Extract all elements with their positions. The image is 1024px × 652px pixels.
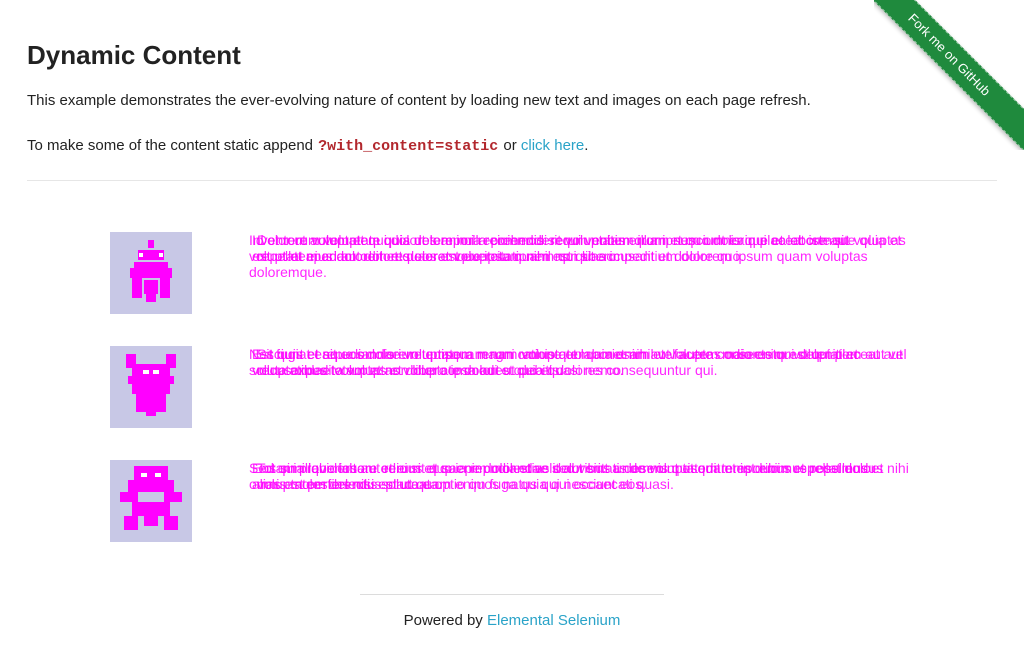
page-title: Dynamic Content bbox=[27, 40, 241, 70]
content-text: Nesciunt et sit eos dolorem tempora reru… bbox=[249, 346, 909, 406]
content-row: Nesciunt et sit eos dolorem tempora reru… bbox=[27, 346, 997, 428]
divider bbox=[27, 180, 997, 181]
instructions-prefix: To make some of the content static appen… bbox=[27, 137, 318, 154]
static-instructions: To make some of the content static appen… bbox=[27, 136, 987, 157]
fork-me-on-github-link[interactable]: Fork me on GitHub bbox=[874, 0, 1024, 150]
content-text: Inventore voluptatem quia dolore nulla c… bbox=[249, 232, 909, 292]
footer-divider bbox=[360, 594, 664, 595]
elemental-selenium-link[interactable]: Elemental Selenium bbox=[487, 612, 620, 629]
intro-text: This example demonstrates the ever-evolv… bbox=[27, 92, 811, 109]
content-row: Sed quia laboriosam odio sit quo enim mo… bbox=[27, 460, 997, 542]
content-text-layer: Est fugiat eaque omnis iure quisquam nam… bbox=[252, 346, 859, 378]
avatar-icon bbox=[110, 232, 192, 314]
content-row: Inventore voluptatem quia dolore nulla c… bbox=[27, 232, 997, 314]
content-text: Sed quia laboriosam odio sit quo enim mo… bbox=[249, 460, 909, 520]
avatar-icon bbox=[110, 346, 192, 428]
query-param-code: ?with_content=static bbox=[318, 138, 499, 155]
footer: Powered by Elemental Selenium bbox=[0, 612, 1024, 629]
page: Fork me on GitHub Dynamic Content This e… bbox=[0, 0, 1024, 652]
avatar-icon bbox=[110, 460, 192, 542]
instructions-or: or bbox=[499, 137, 521, 154]
github-ribbon-container: Fork me on GitHub bbox=[874, 0, 1024, 150]
click-here-link[interactable]: click here bbox=[521, 137, 584, 154]
content-text-layer: Id et rerum voluptate quis ut tempora re… bbox=[252, 232, 906, 264]
content-text-layer: Eos similique labore et eius et saepe do… bbox=[252, 460, 909, 492]
instructions-suffix: . bbox=[584, 137, 589, 154]
footer-prefix: Powered by bbox=[403, 612, 487, 629]
